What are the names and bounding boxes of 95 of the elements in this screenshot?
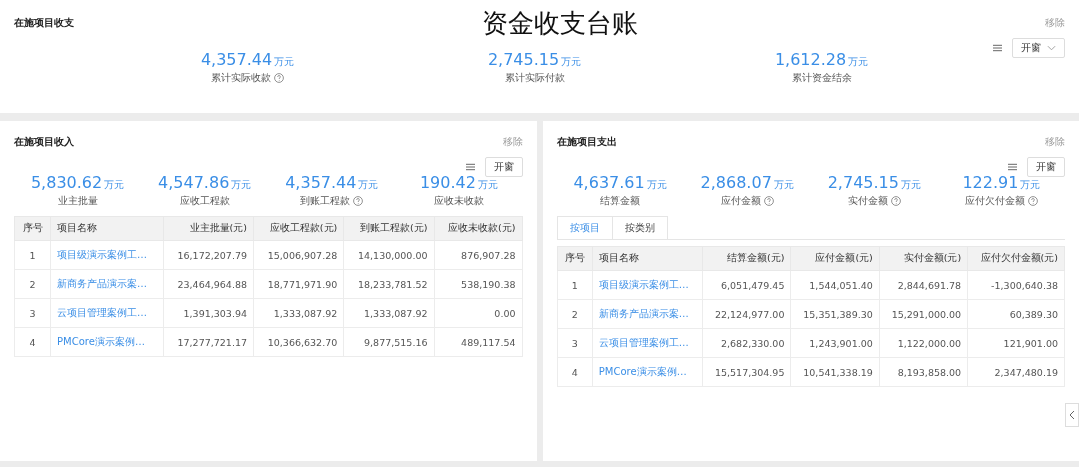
table-cell: 2,682,330.00	[721, 337, 785, 349]
menu-icon[interactable]	[465, 163, 475, 171]
table-cell: 15,006,907.28	[267, 249, 338, 261]
table-cell: 3	[571, 337, 578, 349]
table-cell: 8,193,858.00	[897, 366, 962, 378]
remove-link[interactable]: 移除	[1045, 135, 1065, 149]
table-cell: 10,366,632.70	[267, 336, 338, 348]
table-cell: 1,391,303.94	[183, 307, 247, 319]
column-header: 应收工程款(元)	[253, 216, 344, 241]
metric-value: 4,547.86万元	[158, 173, 252, 192]
chevron-left-icon	[1069, 410, 1075, 420]
card-title: 在施项目收入	[14, 135, 74, 149]
table-cell: 1,544,051.40	[809, 279, 873, 291]
column-header: 序号	[14, 216, 51, 241]
menu-icon[interactable]	[1008, 163, 1017, 171]
table-cell: 15,351,389.30	[803, 308, 873, 320]
metric-label: 实付金额	[847, 194, 888, 208]
column-header: 应付金额(元)	[790, 246, 880, 271]
column-header: 应付欠付金额(元)	[967, 246, 1065, 271]
table-cell: 18,233,781.52	[358, 278, 428, 290]
expand-button[interactable]: 开窗	[1027, 157, 1065, 177]
table-cell: 3	[29, 307, 36, 319]
table-cell: 2,844,691.78	[897, 279, 962, 291]
table-cell: 18,771,971.90	[267, 278, 338, 290]
metric-label: 累计实际付款	[504, 71, 565, 85]
metric-value: 2,868.07 万元	[700, 173, 794, 192]
table-cell: 1	[29, 249, 36, 261]
table-cell: 22,124,977.00	[714, 308, 785, 320]
remove-link[interactable]: 移除	[502, 135, 523, 149]
table-cell: 17,277,721.17	[177, 336, 247, 348]
table-cell: 1,243,901.00	[809, 337, 873, 349]
tab[interactable]: 按类别	[611, 216, 668, 239]
table-cell: 4	[571, 366, 578, 378]
column-header: 到账工程款(元)	[343, 216, 434, 241]
table-cell: 9,877,515.16	[364, 336, 428, 348]
table-cell: 2	[29, 278, 36, 290]
table-cell: 121,901.00	[1003, 337, 1058, 349]
caret-icon	[1047, 45, 1056, 51]
table-cell: 4	[29, 336, 36, 348]
table-cell: 1,333,087.92	[364, 307, 428, 319]
column-header: 项目名称	[50, 216, 164, 241]
table-cell: 1	[571, 279, 578, 291]
table-cell: 10,541,338.19	[803, 366, 873, 378]
metric-value: 4,357.44万元	[200, 50, 295, 69]
column-header: 业主批量(元)	[163, 216, 254, 241]
table-cell: 2	[571, 308, 578, 320]
remove-link[interactable]: 移除	[1045, 16, 1065, 30]
help-icon[interactable]	[890, 196, 901, 206]
table-cell: 489,117.54	[461, 336, 516, 348]
help-icon[interactable]	[763, 196, 774, 206]
card-title: 在施项目收支	[14, 16, 74, 30]
table-cell: 15,517,304.95	[714, 366, 785, 378]
help-icon[interactable]	[1027, 196, 1038, 206]
metric-value: 2,745.15 万元	[487, 50, 582, 69]
tab[interactable]: 按项目	[556, 216, 613, 239]
column-header: 项目名称	[592, 246, 703, 271]
table-cell: 2,347,480.19	[994, 366, 1058, 378]
metric-value: 5,830.62 万元	[30, 173, 125, 192]
metric-value: 1,612.28 万元	[774, 50, 869, 69]
metric-label: 应收未收款	[433, 194, 484, 208]
table-cell: 538,190.38	[461, 278, 516, 290]
column-header: 结算金额(元)	[702, 246, 791, 271]
metric-value: 2,745.15 万元	[827, 173, 921, 192]
metric-label: 业主批量	[57, 194, 98, 208]
table-cell: 6,051,479.45	[721, 279, 785, 291]
menu-icon[interactable]	[993, 44, 1002, 52]
expand-dropdown[interactable]: 开窗	[1012, 38, 1065, 58]
table-cell: 16,172,207.79	[177, 249, 247, 261]
metric-label: 到账工程款	[300, 194, 351, 208]
metric-label: 应付金额	[720, 194, 761, 208]
card-title: 在施项目支出	[556, 135, 617, 149]
column-header: 应收未收款(元)	[434, 216, 522, 241]
metric-label: 应付欠付金额	[964, 194, 1025, 208]
column-header: 实付金额(元)	[879, 246, 968, 271]
table-cell: 15,291,000.00	[891, 308, 962, 320]
metric-value: 4,357.44万元	[285, 173, 379, 192]
metric-label: 累计资金结余	[791, 71, 852, 85]
collapse-button[interactable]	[1065, 403, 1079, 427]
page-title: 资金收支台账	[481, 6, 638, 40]
table-cell: 14,130,000.00	[358, 249, 428, 261]
column-header: 序号	[557, 246, 593, 271]
metric-label: 累计实际收款	[211, 71, 271, 85]
table-cell: 23,464,964.88	[177, 278, 247, 290]
table-cell: 0.00	[494, 307, 516, 319]
metric-label: 应收工程款	[179, 194, 230, 208]
help-icon[interactable]	[353, 196, 364, 206]
table-cell: 60,389.30	[1009, 308, 1058, 320]
metric-value: 4,637.61 万元	[573, 173, 667, 192]
table-cell: -1,300,640.38	[991, 279, 1058, 291]
help-icon[interactable]	[274, 73, 284, 83]
metric-label: 结算金额	[600, 194, 641, 208]
expand-button[interactable]: 开窗	[484, 157, 523, 177]
table-cell: 876,907.28	[461, 249, 516, 261]
table-cell: 1,122,000.00	[897, 337, 962, 349]
table-cell: 1,333,087.92	[273, 307, 338, 319]
